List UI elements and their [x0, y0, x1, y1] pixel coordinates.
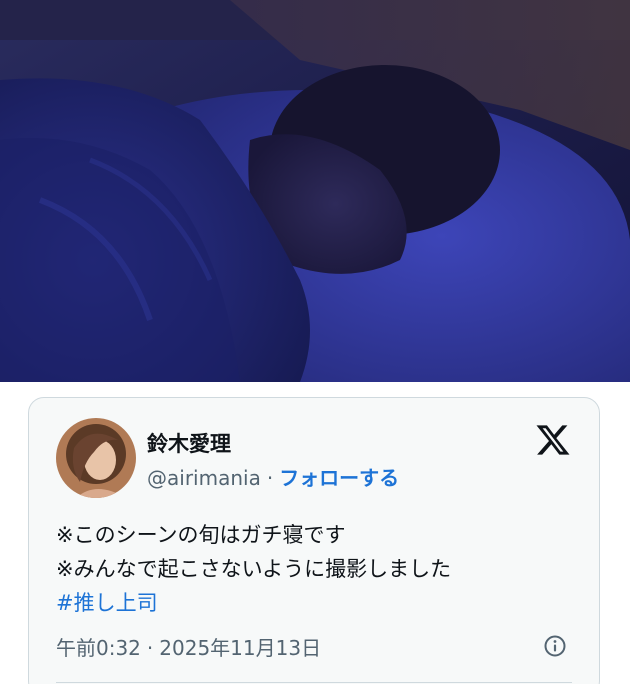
divider	[56, 682, 572, 683]
user-handle[interactable]: @airimania	[147, 466, 261, 490]
post-text-line-2: ※みんなで起こさないように撮影しました	[56, 557, 452, 581]
handle-row: @airimania · フォローする	[147, 462, 399, 491]
follow-button[interactable]: フォローする	[279, 466, 399, 490]
avatar[interactable]	[56, 418, 136, 498]
page: 鈴木愛理 @airimania · フォローする ※このシーンの旬はガチ寝です ※み…	[0, 0, 630, 684]
post-photo[interactable]	[0, 0, 630, 382]
hashtag-link[interactable]: #推し上司	[56, 586, 451, 620]
avatar-image	[56, 418, 136, 498]
separator-dot: ·	[266, 466, 274, 490]
embedded-post-card[interactable]: 鈴木愛理 @airimania · フォローする ※このシーンの旬はガチ寝です ※み…	[28, 397, 600, 684]
display-name[interactable]: 鈴木愛理	[147, 428, 231, 458]
post-date: 2025年11月13日	[159, 636, 322, 660]
post-text-line-1: ※このシーンの旬はガチ寝です	[56, 523, 346, 547]
sleeping-man-photo	[0, 0, 630, 382]
post-timestamp[interactable]: 午前0:32 · 2025年11月13日	[56, 632, 321, 661]
info-icon[interactable]	[543, 634, 567, 658]
meta-separator: ·	[146, 636, 154, 660]
post-text: ※このシーンの旬はガチ寝です ※みんなで起こさないように撮影しました #推し上司	[56, 518, 451, 620]
x-logo-icon[interactable]	[535, 422, 571, 458]
post-time: 午前0:32	[56, 636, 141, 660]
